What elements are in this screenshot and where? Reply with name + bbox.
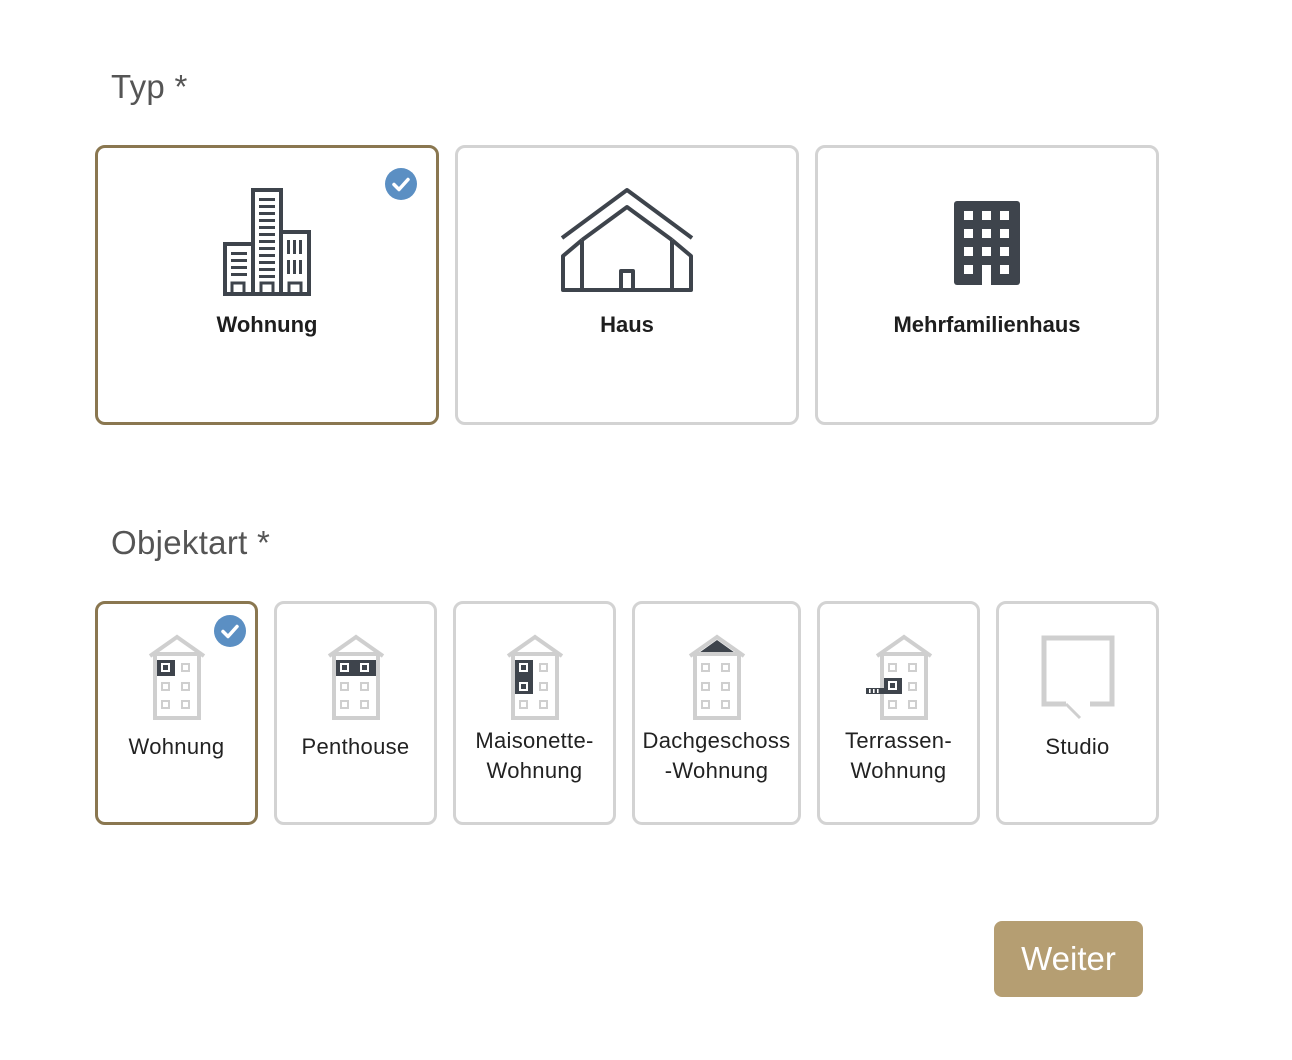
objektart-option-maisonette[interactable]: Maisonette- Wohnung — [453, 601, 616, 825]
objektart-option-label: Maisonette- Wohnung — [475, 728, 594, 783]
objektart-option-label: Wohnung — [128, 734, 225, 759]
objektart-option-wohnung[interactable]: Wohnung — [95, 601, 258, 825]
checkmark-icon — [214, 615, 246, 647]
typ-option-haus[interactable]: Haus — [455, 145, 799, 425]
maisonette-icon — [505, 634, 565, 727]
objektart-option-terrassen[interactable]: Terrassen- Wohnung — [817, 601, 980, 825]
typ-heading: Typ * — [111, 68, 188, 105]
checkmark-icon — [385, 168, 417, 200]
objektart-option-penthouse[interactable]: Penthouse — [274, 601, 437, 825]
terrace-apartment-icon — [864, 634, 934, 727]
apartment-unit-icon — [147, 634, 207, 727]
objektart-option-dachgeschoss[interactable]: Dachgeschoss -Wohnung — [632, 601, 801, 825]
typ-option-label: Wohnung — [216, 312, 318, 337]
typ-option-label: Mehrfamilienhaus — [893, 312, 1081, 337]
typ-option-mehrfamilienhaus[interactable]: Mehrfamilienhaus — [815, 145, 1159, 425]
typ-option-label: Haus — [600, 312, 654, 337]
next-button[interactable]: Weiter — [994, 921, 1143, 997]
attic-apartment-icon — [687, 634, 747, 727]
studio-icon — [1040, 634, 1116, 727]
apartment-building-icon — [954, 201, 1020, 290]
objektart-option-label: Dachgeschoss -Wohnung — [642, 728, 791, 783]
objektart-option-studio[interactable]: Studio — [996, 601, 1159, 825]
penthouse-icon — [326, 634, 386, 727]
house-icon — [558, 186, 696, 299]
objektart-option-label: Terrassen- Wohnung — [845, 728, 952, 783]
typ-option-wohnung[interactable]: Wohnung — [95, 145, 439, 425]
objektart-option-label: Penthouse — [301, 734, 410, 759]
objektart-option-label: Studio — [1045, 734, 1110, 759]
objektart-heading: Objektart * — [111, 524, 271, 561]
city-buildings-icon — [221, 186, 313, 301]
